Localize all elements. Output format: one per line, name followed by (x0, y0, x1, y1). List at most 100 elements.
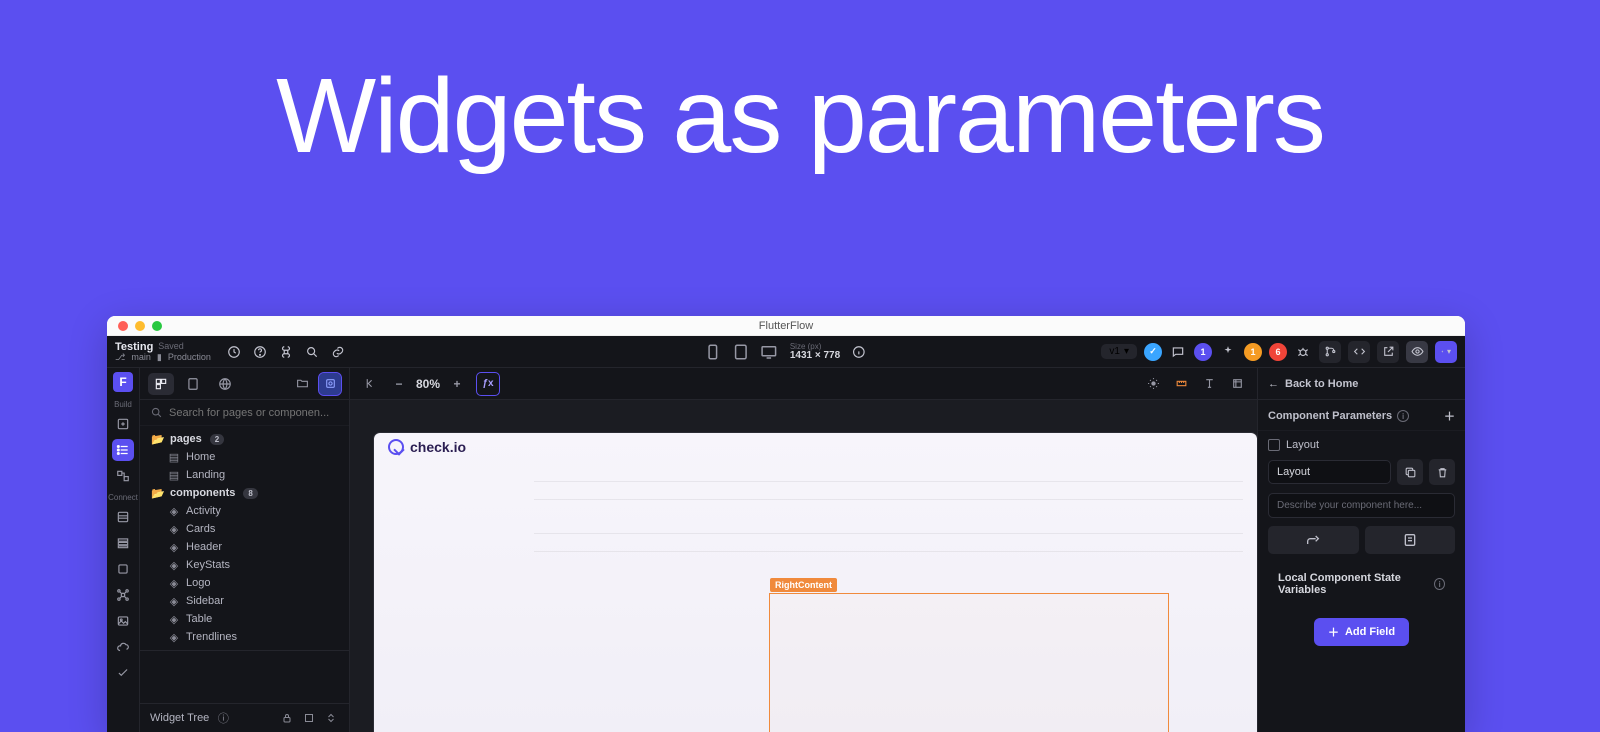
lock-icon[interactable] (279, 710, 295, 726)
tablet-icon[interactable] (732, 344, 750, 360)
top-toolbar: Testing Saved ⎇ main ▮ Production Size (… (107, 336, 1465, 368)
desktop-icon[interactable] (760, 344, 778, 360)
zoom-in-button[interactable]: + (448, 375, 466, 393)
command-icon[interactable] (277, 343, 295, 361)
description-field[interactable]: Describe your component here... (1268, 493, 1455, 518)
new-folder-icon[interactable] (291, 373, 313, 395)
docs-tab[interactable] (1365, 526, 1456, 554)
text-icon[interactable] (1199, 374, 1219, 394)
component-item[interactable]: ◈Table (140, 610, 349, 628)
history-icon[interactable] (225, 343, 243, 361)
tests-icon[interactable] (112, 662, 134, 684)
version-selector[interactable]: v1▾ (1101, 344, 1137, 359)
collapse-left-icon[interactable] (360, 374, 380, 394)
notification-badge[interactable]: 1 (1194, 343, 1212, 361)
page-tree-icon[interactable] (112, 439, 134, 461)
help-icon[interactable] (251, 343, 269, 361)
pages-tab-icon[interactable] (148, 373, 174, 395)
selection-box[interactable]: RightContent (769, 593, 1169, 732)
globe-tab-icon[interactable] (212, 373, 238, 395)
open-external-icon[interactable] (1377, 341, 1399, 363)
environment-name[interactable]: Production (168, 353, 211, 363)
components-tab-icon[interactable] (180, 373, 206, 395)
layout-checkbox-row[interactable]: Layout (1268, 439, 1455, 451)
storyboard-icon[interactable] (112, 465, 134, 487)
theme-icon[interactable] (1143, 374, 1163, 394)
datatypes-icon[interactable] (112, 532, 134, 554)
info-icon[interactable]: ⓘ (215, 710, 231, 726)
appstate-icon[interactable] (112, 558, 134, 580)
chevron-down-icon: ▾ (1124, 346, 1129, 357)
page-item[interactable]: ▤Landing (140, 466, 349, 484)
link-icon[interactable] (329, 343, 347, 361)
layout-field[interactable]: Layout (1268, 460, 1391, 484)
function-icon[interactable]: ƒx (476, 372, 500, 396)
plus-icon: ＋ (1328, 624, 1339, 640)
component-item[interactable]: ◈Cards (140, 520, 349, 538)
rail-section-build: Build (114, 400, 132, 409)
artboard[interactable]: check.io RightContent (374, 433, 1257, 732)
copy-icon[interactable] (1397, 459, 1423, 485)
local-state-section: Local Component State Variables i (1268, 562, 1455, 602)
canvas[interactable]: check.io RightContent (350, 400, 1257, 732)
preview-icon[interactable] (1406, 341, 1428, 363)
media-icon[interactable] (112, 610, 134, 632)
size-value: 1431 × 778 (790, 351, 840, 361)
checkbox-icon[interactable] (1268, 439, 1280, 451)
right-panel: ← Back to Home Component Parameters i ＋ … (1257, 368, 1465, 732)
code-icon[interactable] (1348, 341, 1370, 363)
component-item[interactable]: ◈Activity (140, 502, 349, 520)
add-widget-icon[interactable] (112, 413, 134, 435)
add-parameter-button[interactable]: ＋ (1444, 408, 1455, 424)
page-icon: ▤ (168, 451, 180, 463)
pages-folder[interactable]: 📂 pages 2 (140, 430, 349, 448)
toolbar-right: v1▾ ✓ 1 1 6 ▾ (1101, 341, 1457, 363)
branch-icon[interactable] (1319, 341, 1341, 363)
component-item[interactable]: ◈Logo (140, 574, 349, 592)
info-icon[interactable]: i (1434, 578, 1445, 590)
delete-icon[interactable] (1429, 459, 1455, 485)
actions-tab[interactable] (1268, 526, 1359, 554)
zoom-out-button[interactable]: − (390, 375, 408, 393)
component-item[interactable]: ◈Sidebar (140, 592, 349, 610)
ruler-icon[interactable] (1171, 374, 1191, 394)
center-column: − 80% + ƒx check.io (350, 368, 1257, 732)
database-icon[interactable] (112, 506, 134, 528)
diamond-icon: ◈ (168, 577, 180, 589)
warning-badge[interactable]: 1 (1244, 343, 1262, 361)
diamond-icon: ◈ (168, 523, 180, 535)
run-button[interactable]: ▾ (1435, 341, 1457, 363)
search-row (140, 400, 349, 426)
status-check-icon[interactable]: ✓ (1144, 343, 1162, 361)
page-item[interactable]: ▤Home (140, 448, 349, 466)
component-item[interactable]: ◈Trendlines (140, 628, 349, 646)
comments-icon[interactable] (1169, 343, 1187, 361)
env-icon: ▮ (157, 353, 162, 363)
cloud-icon[interactable] (112, 636, 134, 658)
components-folder[interactable]: 📂 components 8 (140, 484, 349, 502)
api-icon[interactable] (112, 584, 134, 606)
app-logo-icon[interactable]: F (113, 372, 133, 392)
widget-tree-header[interactable]: Widget Tree ⓘ (140, 703, 349, 732)
info-icon[interactable]: i (1397, 410, 1409, 422)
size-info-icon[interactable] (850, 343, 868, 361)
diamond-icon: ◈ (168, 505, 180, 517)
component-item[interactable]: ◈Header (140, 538, 349, 556)
selection-label: RightContent (770, 578, 837, 592)
component-item[interactable]: ◈KeyStats (140, 556, 349, 574)
folder-open-icon: 📂 (152, 487, 164, 499)
search-input[interactable] (169, 407, 339, 419)
search-icon[interactable] (303, 343, 321, 361)
expand-icon[interactable] (323, 710, 339, 726)
resize-icon[interactable] (1227, 374, 1247, 394)
sparkle-icon[interactable] (1219, 343, 1237, 361)
branch-name[interactable]: main (131, 353, 151, 363)
collapse-icon[interactable] (301, 710, 317, 726)
components-count-badge: 8 (243, 488, 257, 499)
back-to-home-button[interactable]: ← Back to Home (1268, 378, 1358, 390)
phone-icon[interactable] (704, 344, 722, 360)
bug-icon[interactable] (1294, 343, 1312, 361)
add-field-button[interactable]: ＋ Add Field (1314, 618, 1409, 646)
error-badge[interactable]: 6 (1269, 343, 1287, 361)
component-mode-icon[interactable] (319, 373, 341, 395)
